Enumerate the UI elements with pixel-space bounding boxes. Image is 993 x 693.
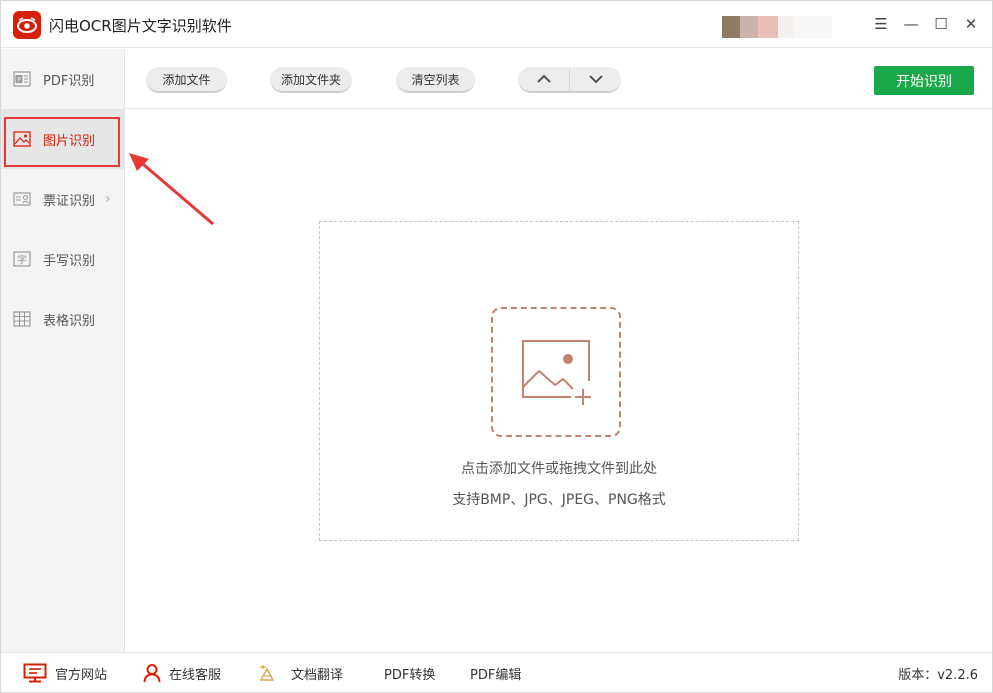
footer-label: PDF转换 [384,667,436,683]
pdf-icon: P [12,69,32,89]
id-card-icon [12,189,32,209]
svg-text:字: 字 [17,254,27,267]
sidebar-item-label: PDF识别 [43,73,95,89]
footer: 官方网站 在线客服 文档翻译 PDF转换 PDF编辑 版本：v2.2.6 [1,652,992,692]
add-folder-button[interactable]: 添加文件夹 [270,67,352,93]
online-support-link[interactable]: 在线客服 [143,653,221,693]
window-controls: ☰ — ☐ ✕ [872,13,980,35]
title-bar: 闪电OCR图片文字识别软件 ☰ — ☐ ✕ [1,1,992,48]
app-logo [13,11,41,39]
toolbar: 添加文件 添加文件夹 清空列表 开始识别 [125,49,992,109]
dropzone-hint: 点击添加文件或拖拽文件到此处 [461,461,657,477]
pdf-convert-link[interactable]: PDF转换 [384,653,435,693]
add-file-button[interactable]: 添加文件 [146,67,227,93]
doc-translate-link[interactable]: 文档翻译 [257,653,343,693]
table-icon [12,309,32,329]
footer-label: 在线客服 [169,667,222,683]
app-window: 闪电OCR图片文字识别软件 ☰ — ☐ ✕ P PDF识别 图片识别 票证识别 … [0,0,993,693]
sidebar-item-label: 表格识别 [43,313,96,329]
sidebar: P PDF识别 图片识别 票证识别 › 字 手写识别 表格识别 [1,49,125,652]
close-icon[interactable]: ✕ [962,13,980,35]
main-area: 点击添加文件或拖拽文件到此处 支持BMP、JPG、JPEG、PNG格式 [125,110,992,652]
add-image-icon [522,340,591,405]
pdf-edit-link[interactable]: PDF编辑 [470,653,521,693]
version-label: 版本：v2.2.6 [898,667,978,683]
minimize-icon[interactable]: — [902,13,920,35]
footer-label: 官方网站 [55,667,108,683]
supported-formats: 支持BMP、JPG、JPEG、PNG格式 [452,492,666,508]
menu-icon[interactable]: ☰ [872,13,890,35]
chevron-right-icon: › [105,191,111,207]
image-icon [12,129,32,149]
footer-label: 文档翻译 [291,667,344,683]
clear-list-button[interactable]: 清空列表 [396,67,475,93]
add-image-button[interactable] [491,307,621,437]
sidebar-item-pdf[interactable]: P PDF识别 [1,49,124,109]
reorder-control [518,67,621,93]
move-up-button[interactable] [518,67,569,91]
user-avatar[interactable] [722,16,832,38]
file-dropzone[interactable]: 点击添加文件或拖拽文件到此处 支持BMP、JPG、JPEG、PNG格式 [319,221,799,541]
chevron-down-icon [588,75,603,84]
sidebar-item-label: 票证识别 [43,193,96,209]
sidebar-item-label: 手写识别 [43,253,96,269]
monitor-icon [23,663,47,683]
translate-icon [257,663,277,683]
start-recognition-button[interactable]: 开始识别 [874,66,974,95]
sidebar-item-image[interactable]: 图片识别 [1,109,124,169]
maximize-icon[interactable]: ☐ [932,13,950,35]
handwriting-icon: 字 [12,249,32,269]
app-title: 闪电OCR图片文字识别软件 [49,17,232,35]
svg-text:P: P [17,77,21,84]
sidebar-item-ticket[interactable]: 票证识别 › [1,169,124,229]
footer-label: PDF编辑 [470,667,522,683]
official-website-link[interactable]: 官方网站 [23,653,107,693]
sidebar-item-table[interactable]: 表格识别 [1,289,124,349]
sidebar-item-label: 图片识别 [43,133,96,149]
move-down-button[interactable] [569,67,621,91]
chevron-up-icon [536,74,551,83]
sidebar-item-handwriting[interactable]: 字 手写识别 [1,229,124,289]
user-icon [143,663,161,683]
